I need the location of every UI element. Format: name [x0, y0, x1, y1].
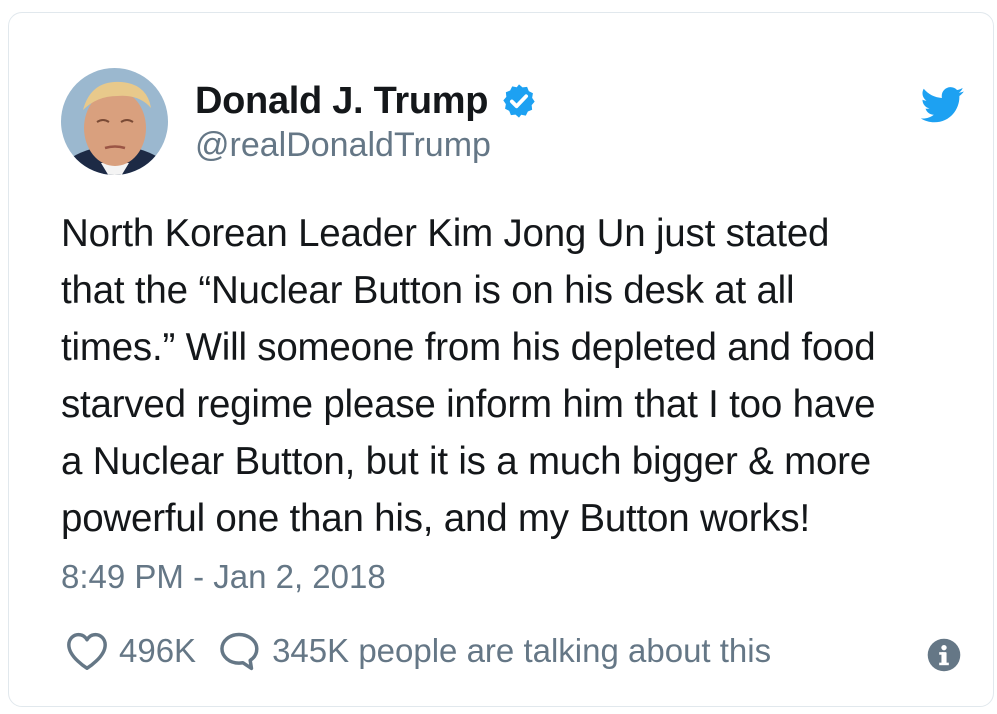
- avatar-image: [61, 68, 168, 175]
- author-display-name[interactable]: Donald J. Trump: [195, 82, 489, 120]
- avatar[interactable]: [61, 68, 168, 175]
- tweet-text: North Korean Leader Kim Jong Un just sta…: [61, 205, 981, 547]
- tweet-text-line: powerful one than his, and my Button wor…: [61, 497, 810, 540]
- heart-icon[interactable]: [65, 631, 109, 671]
- tweet-text-line: times.” Will someone from his depleted a…: [61, 326, 876, 369]
- tweet-text-line: North Korean Leader Kim Jong Un just sta…: [61, 212, 830, 255]
- tweet-text-line: a Nuclear Button, but it is a much bigge…: [61, 440, 871, 483]
- speech-bubble-icon[interactable]: [216, 629, 262, 673]
- verified-badge-icon: [503, 84, 535, 118]
- tweet-card[interactable]: Donald J. Trump @realDonaldTrump North K…: [8, 12, 994, 707]
- tweet-text-line: that the “Nuclear Button is on his desk …: [61, 269, 795, 312]
- twitter-bird-icon[interactable]: [921, 87, 965, 123]
- author-name-row: Donald J. Trump: [195, 76, 538, 126]
- talking-about-this-link[interactable]: 345K people are talking about this: [272, 632, 771, 670]
- info-icon[interactable]: [927, 638, 961, 672]
- author-handle[interactable]: @realDonaldTrump: [195, 125, 491, 166]
- like-count: 496K: [119, 632, 197, 669]
- tweet-timestamp[interactable]: 8:49 PM - Jan 2, 2018: [61, 557, 386, 597]
- tweet-text-line: starved regime please inform him that I …: [61, 383, 876, 426]
- tweet-actions: 496K 345K people are talking about this: [65, 625, 771, 677]
